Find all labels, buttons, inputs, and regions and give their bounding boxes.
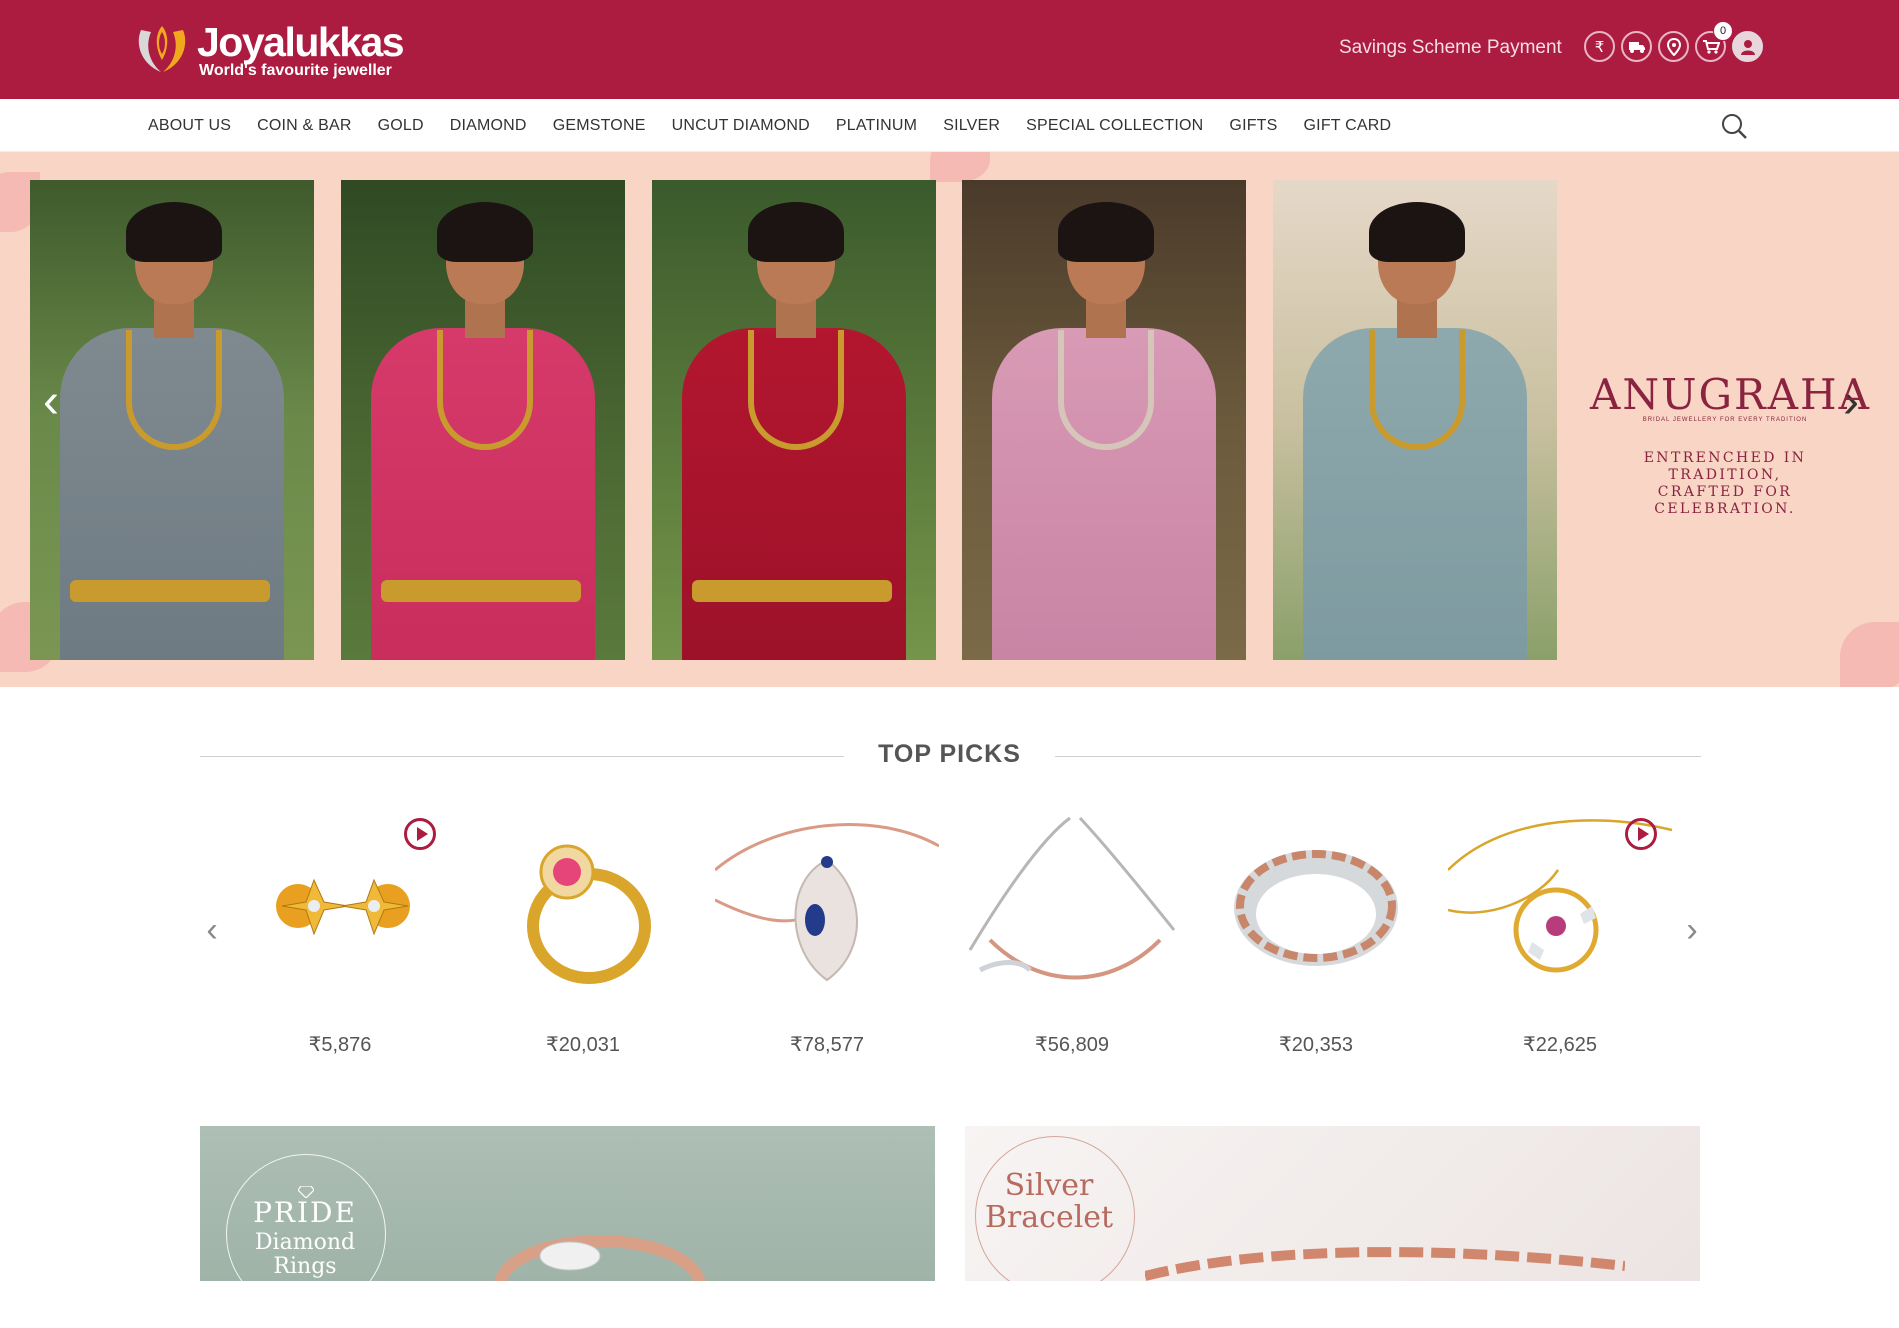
- nav-item-gold[interactable]: GOLD: [378, 117, 424, 135]
- nav-item-platinum[interactable]: PLATINUM: [836, 117, 917, 135]
- banner-left-line-3: Rings: [273, 1254, 337, 1279]
- product-necklace-image: [968, 816, 1176, 980]
- product-price: ₹20,353: [1204, 1032, 1428, 1057]
- tagline-line-1: ENTRENCHED IN TRADITION,: [1643, 450, 1807, 483]
- price-value: 78,577: [802, 1034, 864, 1056]
- price-value: 56,809: [1047, 1034, 1109, 1056]
- rupee-icon[interactable]: ₹: [1584, 31, 1615, 62]
- currency-glyph: ₹: [1279, 1034, 1292, 1056]
- banner-left-line-1: PRIDE: [253, 1196, 357, 1229]
- hero-model-photo: [962, 180, 1246, 660]
- product-price: ₹20,031: [471, 1032, 695, 1057]
- brand-tagline: World's favourite jeweller: [199, 62, 392, 79]
- ring-artwork: [494, 1235, 706, 1281]
- brand-logo[interactable]: Joyalukkas World's favourite jeweller: [135, 18, 405, 80]
- rupee-glyph: ₹: [1594, 38, 1605, 56]
- savings-scheme-link[interactable]: Savings Scheme Payment: [1339, 36, 1562, 60]
- nav-item-coin-bar[interactable]: COIN & BAR: [257, 117, 351, 135]
- nav-item-uncut-diamond[interactable]: UNCUT DIAMOND: [672, 117, 810, 135]
- product-band-ring-image: [1234, 850, 1398, 966]
- product-card[interactable]: ₹5,876: [228, 810, 452, 1056]
- hero-model-photo: [341, 180, 625, 660]
- location-pin-icon[interactable]: [1658, 31, 1689, 62]
- petal-decoration: [930, 152, 990, 182]
- tagline-line-2: CRAFTED FOR CELEBRATION.: [1654, 484, 1796, 517]
- nav-menu: ABOUT US COIN & BAR GOLD DIAMOND GEMSTON…: [148, 99, 1417, 152]
- top-picks-prev-arrow[interactable]: ‹: [202, 913, 222, 947]
- banner-left-line-2: Diamond: [254, 1230, 356, 1255]
- collection-title: ANUGRAHA: [1590, 370, 1871, 419]
- search-icon[interactable]: [1720, 112, 1748, 140]
- collection-tagline: ENTRENCHED IN TRADITION, CRAFTED FOR CEL…: [1590, 450, 1860, 518]
- brand-name: Joyalukkas: [197, 19, 405, 65]
- nav-item-about-us[interactable]: ABOUT US: [148, 117, 231, 135]
- banner-right-line-1: Silver: [1004, 1168, 1094, 1203]
- cart-count-badge: 0: [1713, 21, 1733, 41]
- nav-item-silver[interactable]: SILVER: [943, 117, 1000, 135]
- hero-model-photo: [1273, 180, 1557, 660]
- price-value: 5,876: [321, 1034, 372, 1056]
- top-picks-title: TOP PICKS: [878, 740, 1021, 768]
- hero-model-photo: [30, 180, 314, 660]
- nav-item-gemstone[interactable]: GEMSTONE: [553, 117, 646, 135]
- price-value: 22,625: [1535, 1034, 1597, 1056]
- logo-mark-icon: [138, 26, 186, 72]
- cart-icon[interactable]: 0: [1695, 21, 1733, 62]
- hero-prev-arrow[interactable]: ‹: [36, 377, 66, 427]
- price-value: 20,031: [558, 1034, 620, 1056]
- top-picks-next-arrow[interactable]: ›: [1682, 913, 1702, 947]
- product-card[interactable]: ₹56,809: [960, 810, 1184, 1056]
- nav-item-gift-card[interactable]: GIFT CARD: [1304, 117, 1392, 135]
- product-card[interactable]: ₹22,625: [1448, 810, 1672, 1056]
- product-price: ₹22,625: [1448, 1032, 1672, 1057]
- product-price: ₹5,876: [228, 1032, 452, 1057]
- currency-glyph: ₹: [1035, 1034, 1048, 1056]
- nav-item-diamond[interactable]: DIAMOND: [450, 117, 527, 135]
- product-card[interactable]: ₹78,577: [715, 810, 939, 1056]
- header-icon-group: ₹ 0: [1584, 21, 1763, 65]
- user-icon[interactable]: [1732, 31, 1763, 62]
- product-price: ₹56,809: [960, 1032, 1184, 1057]
- petal-decoration: [1840, 622, 1899, 687]
- product-ring-image: [527, 844, 651, 984]
- collection-subtitle: BRIDAL JEWELLERY FOR EVERY TRADITION: [1642, 417, 1808, 423]
- play-video-icon[interactable]: [1625, 818, 1657, 850]
- bracelet-artwork: [1145, 1247, 1625, 1281]
- play-video-icon[interactable]: [404, 818, 436, 850]
- truck-icon[interactable]: [1621, 31, 1652, 62]
- currency-glyph: ₹: [308, 1034, 322, 1056]
- pride-diamond-rings-banner[interactable]: PRIDE Diamond Rings: [200, 1126, 935, 1281]
- currency-glyph: ₹: [546, 1034, 559, 1056]
- product-card[interactable]: ₹20,031: [471, 810, 695, 1056]
- product-pendant-image: [715, 823, 939, 982]
- currency-glyph: ₹: [790, 1034, 803, 1056]
- product-price: ₹78,577: [715, 1032, 939, 1057]
- product-card[interactable]: ₹20,353: [1204, 810, 1428, 1056]
- nav-item-special-collection[interactable]: SPECIAL COLLECTION: [1026, 117, 1203, 135]
- main-nav: ABOUT US COIN & BAR GOLD DIAMOND GEMSTON…: [0, 99, 1899, 152]
- nav-item-gifts[interactable]: GIFTS: [1229, 117, 1277, 135]
- currency-glyph: ₹: [1523, 1034, 1536, 1056]
- silver-bracelet-banner[interactable]: Silver Bracelet: [965, 1126, 1700, 1281]
- price-value: 20,353: [1291, 1034, 1353, 1056]
- hero-model-photo: [652, 180, 936, 660]
- banner-right-line-2: Bracelet: [984, 1200, 1114, 1235]
- top-header: Joyalukkas World's favourite jeweller Sa…: [0, 0, 1899, 99]
